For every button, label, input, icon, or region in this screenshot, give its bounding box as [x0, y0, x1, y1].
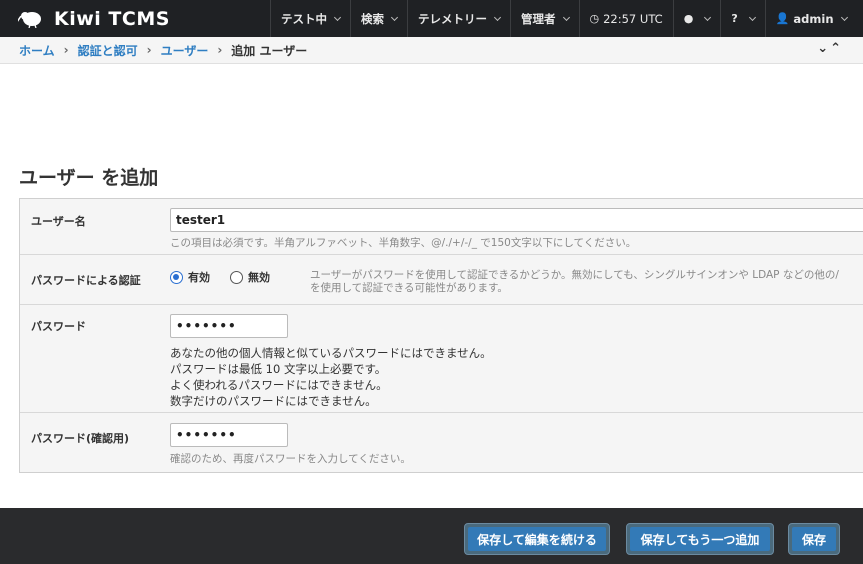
clock-text: 22:57 UTC [603, 11, 663, 26]
radio-unchecked-icon [230, 270, 243, 284]
chevron-right-icon: › [146, 43, 152, 57]
nav-admin-menu[interactable]: 管理者 [510, 0, 579, 37]
user-icon: 👤 [775, 12, 790, 25]
chevron-right-icon: › [217, 43, 223, 57]
username-help: この項目は必須です。半角アルファベット、半角数字、@/./+/-/_ で150文… [170, 237, 637, 249]
collapse-toggle-icon[interactable]: ⌄⌃ [817, 41, 843, 56]
chevron-down-icon [493, 13, 502, 21]
username-label: ユーザー名 [31, 215, 86, 228]
radio-checked-icon [170, 270, 183, 284]
password-rules-list: あなたの他の個人情報と似ているパスワードにはできません。 パスワードは最低 10… [170, 345, 492, 409]
password-auth-enabled-radio[interactable]: 有効 [170, 269, 210, 285]
nav-label: テレメトリー [418, 11, 487, 26]
nav-label: 検索 [361, 11, 384, 26]
chevron-down-icon [562, 13, 570, 21]
breadcrumb-auth-link[interactable]: 認証と認可 [78, 42, 138, 59]
button-label: 保存して編集を続ける [468, 527, 606, 551]
list-item: 数字だけのパスワードにはできません。 [170, 394, 377, 408]
kiwi-logo[interactable]: Kiwi TCMS [0, 0, 270, 37]
chevron-down-icon [333, 13, 342, 21]
page-title: ユーザー を追加 [19, 167, 159, 189]
nav-user-menu[interactable]: 👤 admin [764, 0, 857, 37]
username-input[interactable]: tester1 [170, 208, 863, 232]
password-auth-help-line2: を使用して認証できる可能性があります。 [310, 282, 508, 294]
password-confirm-input[interactable]: ••••••• [170, 423, 288, 447]
chevron-down-icon [840, 13, 848, 21]
breadcrumb-users-link[interactable]: ユーザー [161, 42, 209, 59]
save-and-continue-button[interactable]: 保存して編集を続ける [464, 523, 610, 555]
save-and-add-another-button[interactable]: 保存してもう一つ追加 [626, 523, 774, 555]
nav-language-menu[interactable]: ● [672, 0, 721, 37]
nav-testing-menu[interactable]: テスト中 [270, 0, 350, 37]
clock-icon: ◷ [589, 12, 600, 25]
save-button[interactable]: 保存 [788, 523, 840, 555]
chevron-down-icon [390, 13, 399, 21]
password-auth-row: パスワードによる認証 有効 無効 ユーザーがパスワードを使用して認証できるかどう… [20, 255, 863, 305]
breadcrumb-current: 追加 ユーザー [231, 43, 308, 58]
chevron-down-icon [748, 13, 756, 21]
brand-name: Kiwi TCMS [54, 7, 170, 30]
list-item: よく使われるパスワードにはできません。 [170, 378, 388, 392]
nav-label: テスト中 [281, 11, 327, 26]
password-label: パスワード [31, 320, 86, 333]
password-confirm-help: 確認のため、再度パスワードを入力してください。 [170, 453, 411, 465]
list-item: あなたの他の個人情報と似ているパスワードにはできません。 [170, 346, 492, 360]
nav-telemetry-menu[interactable]: テレメトリー [407, 0, 510, 37]
radio-label: 無効 [248, 271, 270, 284]
top-navbar: Kiwi TCMS テスト中 検索 テレメトリー 管理者 ◷ 22:57 UTC … [0, 0, 863, 37]
password-auth-disabled-radio[interactable]: 無効 [230, 269, 270, 285]
password-row: パスワード ••••••• あなたの他の個人情報と似ているパスワードにはできませ… [20, 305, 863, 413]
nav-clock: ◷ 22:57 UTC [578, 0, 673, 37]
add-user-form: ユーザー名 tester1 この項目は必須です。半角アルファベット、半角数字、@… [19, 198, 863, 473]
password-confirm-label: パスワード(確認用) [31, 432, 130, 445]
password-auth-label: パスワードによる認証 [31, 274, 141, 287]
globe-icon: ● [683, 12, 694, 25]
chevron-right-icon: › [63, 43, 69, 57]
help-icon: ? [731, 12, 738, 25]
chevron-down-icon [704, 13, 712, 21]
nav-label: 管理者 [521, 11, 556, 26]
list-item: パスワードは最低 10 文字以上必要です。 [170, 362, 387, 376]
nav-search-menu[interactable]: 検索 [350, 0, 407, 37]
submit-row: 保存して編集を続ける 保存してもう一つ追加 保存 [0, 508, 863, 564]
kiwi-bird-icon [18, 11, 41, 28]
username-row: ユーザー名 tester1 この項目は必須です。半角アルファベット、半角数字、@… [20, 199, 863, 255]
radio-label: 有効 [188, 271, 210, 284]
button-label: 保存してもう一つ追加 [630, 527, 770, 551]
password-auth-help-line1: ユーザーがパスワードを使用して認証できるかどうか。無効にしても、シングルサインオ… [310, 269, 839, 281]
password-confirm-row: パスワード(確認用) ••••••• 確認のため、再度パスワードを入力してくださ… [20, 413, 863, 472]
password-input[interactable]: ••••••• [170, 314, 288, 338]
breadcrumb-home-link[interactable]: ホーム [19, 42, 55, 59]
button-label: 保存 [792, 527, 836, 551]
breadcrumb: ホーム › 認証と認可 › ユーザー › 追加 ユーザー ⌄⌃ [0, 37, 863, 64]
nav-help-menu[interactable]: ? [720, 0, 764, 37]
user-name: admin [793, 11, 834, 26]
